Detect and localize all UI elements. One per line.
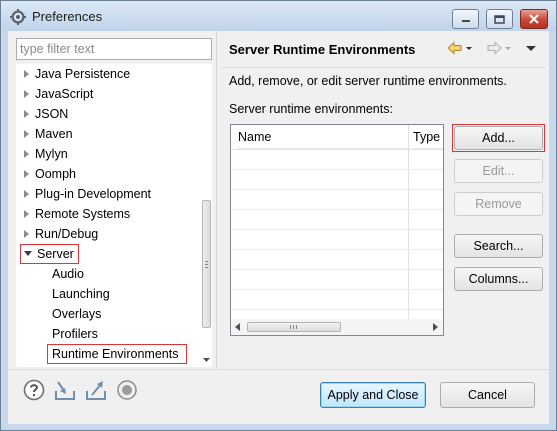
tree-item-label: Overlays: [52, 307, 102, 321]
footer-separator: [8, 369, 549, 370]
close-icon: [529, 14, 539, 24]
tree-item-label: Launching: [52, 287, 110, 301]
tree-item[interactable]: Plug-in Development: [24, 184, 151, 204]
runtime-list-label: Server runtime environments:: [229, 102, 393, 116]
tree-item[interactable]: Overlays: [52, 304, 101, 324]
search-button[interactable]: Search...: [454, 234, 543, 258]
remove-button: Remove: [454, 192, 543, 216]
scrollbar-thumb[interactable]: [202, 200, 211, 328]
tree-item-label: Remote Systems: [35, 207, 131, 221]
tree-item[interactable]: Launching: [52, 284, 110, 304]
tree-item[interactable]: Server: [24, 244, 74, 264]
tree-item-label: Run/Debug: [35, 227, 99, 241]
filter-input[interactable]: [16, 38, 212, 60]
cancel-button[interactable]: Cancel: [440, 382, 535, 408]
collapsed-arrow-icon[interactable]: [24, 89, 29, 98]
runtime-environments-table[interactable]: Name Type: [230, 124, 444, 336]
tree-item-label: Audio: [52, 267, 84, 281]
title-bar[interactable]: Preferences: [1, 1, 556, 31]
tree-item[interactable]: Oomph: [24, 164, 76, 184]
tree-item[interactable]: JSON: [24, 104, 68, 124]
window-title: Preferences: [32, 9, 103, 24]
tree-item-label: Runtime Environments: [52, 347, 179, 361]
preferences-window: Preferences Java Persistence JavaScript JS…: [0, 0, 557, 431]
tree-item[interactable]: Audio: [52, 264, 84, 284]
tree-item[interactable]: Maven: [24, 124, 73, 144]
import-icon[interactable]: [54, 379, 76, 401]
tree-item-label: Mylyn: [35, 147, 68, 161]
export-icon[interactable]: [85, 379, 107, 401]
columns-button[interactable]: Columns...: [454, 267, 543, 291]
dialog-client-area: Java Persistence JavaScript JSON Maven Mylyn…: [8, 31, 549, 424]
back-arrow-icon[interactable]: [447, 40, 463, 56]
tree-item[interactable]: Java Persistence: [24, 64, 130, 84]
close-button[interactable]: [520, 9, 548, 29]
page-title: Server Runtime Environments: [229, 42, 416, 57]
apply-and-close-button[interactable]: Apply and Close: [320, 382, 426, 408]
add-button[interactable]: Add...: [454, 126, 543, 150]
tree-item[interactable]: JavaScript: [24, 84, 93, 104]
forward-arrow-icon: [487, 41, 502, 55]
scroll-down-arrow-icon[interactable]: [203, 358, 210, 363]
collapsed-arrow-icon[interactable]: [24, 189, 29, 198]
tree-item-label: Maven: [35, 127, 73, 141]
tree-item[interactable]: Remote Systems: [24, 204, 130, 224]
tree-item-label: Plug-in Development: [35, 187, 152, 201]
collapsed-arrow-icon[interactable]: [24, 169, 29, 178]
view-menu-icon[interactable]: [526, 40, 536, 56]
minimize-button[interactable]: [452, 9, 479, 29]
collapsed-arrow-icon[interactable]: [24, 129, 29, 138]
scroll-right-arrow-icon[interactable]: [433, 323, 438, 331]
table-horizontal-scrollbar[interactable]: [231, 319, 443, 335]
tree-item-label: Java Persistence: [35, 67, 131, 81]
tree-item-label: Profilers: [52, 327, 98, 341]
title-separator: [221, 67, 545, 68]
scroll-left-arrow-icon[interactable]: [235, 323, 240, 331]
tree-vertical-scrollbar[interactable]: [200, 64, 212, 367]
column-divider[interactable]: [408, 125, 409, 149]
maximize-button[interactable]: [486, 9, 513, 29]
collapsed-arrow-icon[interactable]: [24, 229, 29, 238]
column-header-name[interactable]: Name: [238, 125, 408, 149]
tree-item-label: JavaScript: [35, 87, 94, 101]
collapsed-arrow-icon[interactable]: [24, 109, 29, 118]
back-menu-chevron-icon[interactable]: [465, 40, 473, 56]
collapsed-arrow-icon[interactable]: [24, 209, 29, 218]
edit-button: Edit...: [454, 159, 543, 183]
tree-item[interactable]: Run/Debug: [24, 224, 98, 244]
collapsed-arrow-icon[interactable]: [24, 69, 29, 78]
page-description: Add, remove, or edit server runtime envi…: [229, 74, 507, 88]
preferences-gear-icon: [10, 9, 26, 25]
help-icon[interactable]: [23, 379, 45, 401]
tree-item[interactable]: Runtime Environments: [52, 344, 178, 364]
tree-item[interactable]: Profilers: [52, 324, 98, 344]
tree-item-label: JSON: [35, 107, 69, 121]
record-icon[interactable]: [116, 379, 138, 401]
forward-menu-chevron-icon: [505, 47, 511, 50]
tree-item[interactable]: Mylyn: [24, 144, 68, 164]
maximize-icon: [494, 14, 505, 24]
preference-tree[interactable]: Java Persistence JavaScript JSON Maven Mylyn…: [16, 64, 212, 367]
collapsed-arrow-icon[interactable]: [24, 149, 29, 158]
tree-item-label: Oomph: [35, 167, 76, 181]
column-header-type[interactable]: Type: [413, 125, 443, 149]
tree-item-label: Server: [37, 247, 74, 261]
expanded-arrow-icon[interactable]: [24, 251, 32, 257]
pane-divider[interactable]: [216, 31, 217, 370]
horizontal-scrollbar-thumb[interactable]: [247, 322, 341, 332]
minimize-icon: [461, 20, 470, 22]
